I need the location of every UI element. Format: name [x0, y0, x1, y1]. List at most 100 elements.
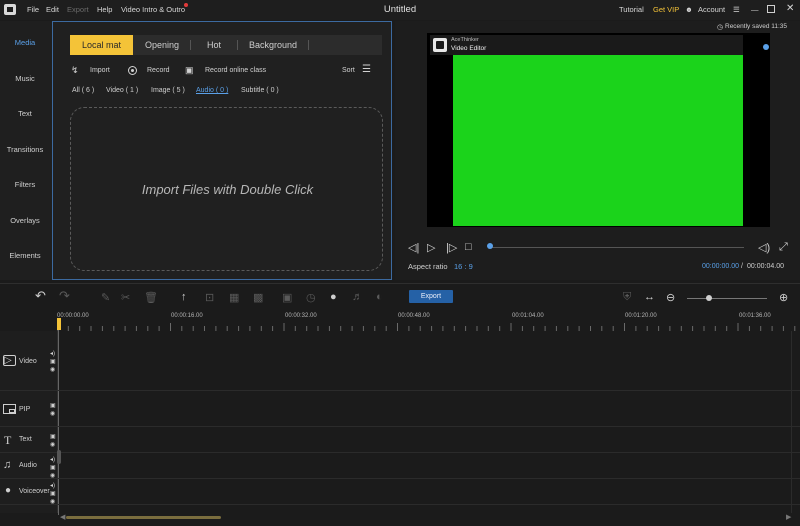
scroll-right-icon[interactable]: ▶	[786, 513, 791, 521]
settings-menu-icon[interactable]: ☰	[733, 5, 740, 14]
export-button[interactable]: Export	[409, 290, 453, 303]
ruler-label: 00:00:32.00	[285, 313, 317, 319]
previous-frame-icon[interactable]: ◁|	[408, 241, 419, 254]
media-library-panel: Local mat Opening Hot Background ↯ Impor…	[52, 21, 392, 280]
video-track-icon-frame	[3, 355, 16, 366]
playback-progress-track[interactable]	[489, 247, 744, 248]
redo-icon: ↷	[59, 288, 70, 303]
tab-hot[interactable]: Hot	[193, 35, 235, 55]
record-online-class-button[interactable]: Record online class	[205, 67, 266, 74]
clock-icon: ◷	[717, 24, 724, 31]
filter-video[interactable]: Video ( 1 )	[106, 87, 138, 94]
sort-icon[interactable]: ☰	[362, 64, 371, 75]
fit-timeline-icon[interactable]: ↔	[644, 291, 655, 303]
track-row-voiceover[interactable]: ● Voiceover ◂) ▣ ◉	[0, 479, 800, 505]
text-track-icon: T	[4, 433, 12, 447]
maximize-icon[interactable]	[767, 5, 775, 13]
tab-separator	[190, 40, 191, 50]
panel-collapse-handle[interactable]	[57, 450, 61, 464]
playback-progress-knob[interactable]	[487, 243, 493, 249]
tab-local-mat[interactable]: Local mat	[70, 35, 133, 55]
zoom-in-icon[interactable]: ⊕	[779, 291, 788, 304]
sidebar-item-filters[interactable]: Filters	[0, 180, 50, 189]
tab-opening[interactable]: Opening	[136, 35, 188, 55]
time-separator: /	[741, 263, 743, 270]
video-preview: AceThinker Video Editor	[427, 33, 770, 227]
music-track-icon: ♫	[3, 459, 12, 471]
tab-background[interactable]: Background	[240, 35, 306, 55]
import-dropzone[interactable]: Import Files with Double Click	[70, 107, 383, 271]
track-lock-icon[interactable]: ▣	[50, 490, 56, 497]
import-button[interactable]: Import	[90, 67, 110, 74]
playhead[interactable]	[57, 318, 61, 330]
track-label-pip: PIP	[19, 406, 31, 413]
fullscreen-icon[interactable]: ⤢	[779, 241, 788, 254]
tutorial-link[interactable]: Tutorial	[619, 5, 644, 14]
track-row-text[interactable]: T Text ▣ ◉	[0, 427, 800, 453]
watermark-product: Video Editor	[451, 45, 487, 52]
dropzone-hint: Import Files with Double Click	[141, 182, 314, 197]
cut-icon: ✂	[121, 292, 131, 304]
watermark-banner: AceThinker Video Editor	[430, 35, 743, 55]
aspect-ratio-select[interactable]: 16 : 9	[454, 262, 473, 271]
record-button[interactable]: Record	[147, 67, 170, 74]
play-icon[interactable]: ▷	[427, 241, 435, 254]
filter-image[interactable]: Image ( 5 )	[151, 87, 185, 94]
microphone-icon[interactable]: ●	[330, 291, 337, 303]
tab-separator	[237, 40, 238, 50]
next-frame-icon[interactable]: |▷	[446, 241, 457, 254]
account-link[interactable]: Account	[698, 5, 725, 14]
sidebar-item-transitions[interactable]: Transitions	[0, 145, 50, 154]
track-label-text: Text	[19, 436, 32, 443]
track-lock-icon[interactable]: ▣	[50, 402, 56, 409]
stop-icon[interactable]: □	[465, 241, 472, 253]
screen-record-icon: ▣	[185, 65, 194, 75]
track-audio-icon[interactable]: ◂)	[50, 482, 55, 489]
track-row-video[interactable]: ▷ Video ◂) ▣ ◉	[0, 331, 800, 391]
resize-handle[interactable]	[763, 44, 769, 50]
timeline-ruler[interactable]: 00:00:00.00 00:00:16.00 00:00:32.00 00:0…	[57, 311, 800, 331]
track-lock-icon[interactable]: ▣	[50, 464, 56, 471]
timeline-horizontal-scrollbar[interactable]	[66, 516, 221, 519]
zoom-out-icon[interactable]: ⊖	[666, 291, 675, 304]
close-icon[interactable]: ✕	[786, 3, 794, 14]
crop-icon: ⊡	[205, 292, 215, 304]
volume-icon[interactable]: ◁)	[758, 241, 770, 254]
ruler-label: 00:01:04.00	[512, 313, 544, 319]
track-row-audio[interactable]: ♫ Audio ◂) ▣ ◉	[0, 453, 800, 479]
get-vip-link[interactable]: Get VIP	[653, 5, 679, 14]
filter-all[interactable]: All ( 6 )	[72, 87, 94, 94]
preview-panel: ◷ Recently saved 11:35 AceThinker Video …	[395, 21, 800, 280]
filter-subtitle[interactable]: Subtitle ( 0 )	[241, 87, 279, 94]
undo-icon[interactable]: ↶	[35, 288, 46, 304]
aspect-ratio-label: Aspect ratio	[408, 262, 448, 271]
filter-audio[interactable]: Audio ( 0 )	[196, 87, 228, 94]
scroll-left-icon[interactable]: ◀	[60, 513, 65, 521]
sort-button[interactable]: Sort	[342, 67, 355, 74]
sidebar-item-music[interactable]: Music	[0, 74, 50, 83]
sidebar-item-media[interactable]: Media	[0, 38, 50, 47]
sidebar-item-text[interactable]: Text	[0, 109, 50, 118]
track-lock-icon[interactable]: ▣	[50, 358, 56, 365]
tab-separator	[308, 40, 309, 50]
track-lock-icon[interactable]: ▣	[50, 433, 56, 440]
split-icon[interactable]: ↑	[181, 291, 187, 303]
track-row-pip[interactable]: PIP ▣ ◉	[0, 391, 800, 427]
minimize-icon[interactable]: —	[751, 5, 759, 14]
track-visibility-icon[interactable]: ◉	[50, 498, 55, 505]
track-visibility-icon[interactable]: ◉	[50, 441, 55, 448]
track-audio-icon[interactable]: ◂)	[50, 350, 55, 357]
sidebar-item-elements[interactable]: Elements	[0, 251, 50, 260]
track-divider	[57, 331, 58, 513]
watermark-logo-icon	[433, 38, 447, 52]
track-visibility-icon[interactable]: ◉	[50, 410, 55, 417]
track-visibility-icon[interactable]: ◉	[50, 472, 55, 479]
speed-icon: ◷	[306, 292, 316, 304]
zoom-slider-knob[interactable]	[706, 295, 712, 301]
track-visibility-icon[interactable]: ◉	[50, 366, 55, 373]
zoom-slider-track[interactable]	[687, 298, 767, 299]
track-label-audio: Audio	[19, 462, 37, 469]
edit-icon: ✎	[101, 292, 111, 304]
track-audio-icon[interactable]: ◂)	[50, 456, 55, 463]
sidebar-item-overlays[interactable]: Overlays	[0, 216, 50, 225]
